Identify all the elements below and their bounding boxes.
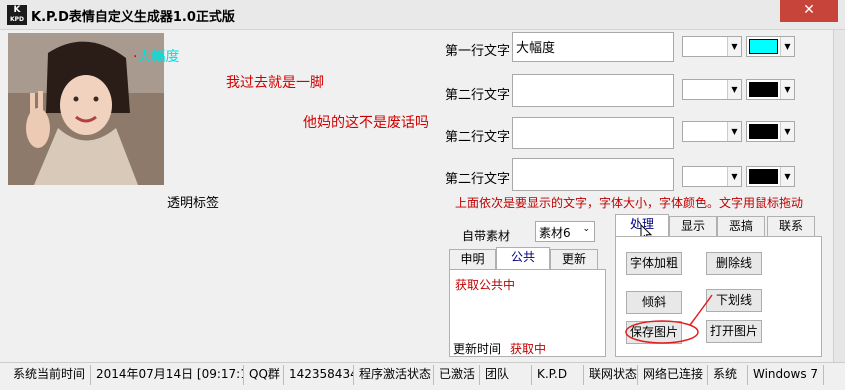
update-time-value: 获取中 <box>510 342 547 356</box>
row2-font-size-select[interactable]: ▼ <box>682 79 742 100</box>
right-edge <box>833 30 845 362</box>
color-swatch <box>749 82 778 97</box>
color-swatch <box>749 39 778 54</box>
red-highlight-annotation <box>625 294 713 344</box>
tab-public[interactable]: 公共 <box>496 247 550 270</box>
material-select[interactable]: 素材6 ⌄ <box>535 221 595 242</box>
row4-color-picker[interactable]: ▼ <box>746 166 795 187</box>
tab-display[interactable]: 显示 <box>669 216 717 237</box>
status-network-label: 联网状态 <box>584 365 638 385</box>
chevron-down-icon: ▼ <box>780 37 794 56</box>
row3-color-picker[interactable]: ▼ <box>746 121 795 142</box>
overlay-text-line1[interactable]: ·大幅度 <box>133 46 179 66</box>
row1-text-input[interactable]: 大幅度 <box>512 32 674 62</box>
tab-contact[interactable]: 联系 <box>767 216 815 237</box>
status-team-label: 团队 <box>480 365 532 385</box>
row3-font-size-select[interactable]: ▼ <box>682 121 742 142</box>
chevron-down-icon: ▼ <box>780 122 794 141</box>
status-system-label: 系统 <box>708 365 748 385</box>
chevron-down-icon: ▼ <box>727 80 741 99</box>
row3-text-input[interactable] <box>512 117 674 149</box>
row3-label: 第二行文字 <box>445 130 511 145</box>
public-panel: 获取公共中 更新时间 获取中 <box>449 269 606 357</box>
public-status: 获取公共中 <box>455 278 516 292</box>
status-qq-value: 142358434 <box>284 365 354 385</box>
row1-font-size-select[interactable]: ▼ <box>682 36 742 57</box>
tab-update[interactable]: 更新 <box>550 249 598 270</box>
chevron-down-icon: ▼ <box>780 167 794 186</box>
chevron-down-icon: ▼ <box>727 37 741 56</box>
chevron-down-icon: ▼ <box>727 122 741 141</box>
chevron-down-icon: ▼ <box>727 167 741 186</box>
close-icon: ✕ <box>803 2 815 18</box>
status-activation-value: 已激活 <box>434 365 480 385</box>
row1-label: 第一行文字 <box>445 44 511 59</box>
status-time-label: 系统当前时间 <box>8 365 91 385</box>
instruction-hint: 上面依次是要显示的文字，字体大小，字体颜色。文字用鼠标拖动 <box>455 196 804 210</box>
strikethrough-button[interactable]: 删除线 <box>706 252 762 275</box>
title-bar[interactable]: K KPD K.P.D表情自定义生成器1.0正式版 ✕ <box>0 0 845 30</box>
row4-label: 第二行文字 <box>445 172 511 187</box>
close-button[interactable]: ✕ <box>780 0 838 22</box>
chevron-down-icon: ▼ <box>780 80 794 99</box>
update-time-label: 更新时间 <box>453 342 502 356</box>
row4-font-size-select[interactable]: ▼ <box>682 166 742 187</box>
transparent-label: 透明标签 <box>167 196 220 211</box>
bold-button[interactable]: 字体加粗 <box>626 252 682 275</box>
status-bar: 系统当前时间 2014年07月14日 [09:17:17] QQ群 142358… <box>0 362 845 386</box>
color-swatch <box>749 169 778 184</box>
color-swatch <box>749 124 778 139</box>
material-label: 自带素材 <box>462 229 511 243</box>
row2-text-input[interactable] <box>512 74 674 107</box>
overlay-text-line3[interactable]: 他妈的这不是废话吗 <box>303 112 429 132</box>
status-team-value: K.P.D <box>532 365 584 385</box>
status-time-value: 2014年07月14日 [09:17:17] <box>91 365 244 385</box>
row2-label: 第二行文字 <box>445 88 511 103</box>
app-logo-icon: K KPD <box>7 5 27 25</box>
chevron-down-icon: ⌄ <box>582 224 590 234</box>
window-title: K.P.D表情自定义生成器1.0正式版 <box>31 10 235 25</box>
status-activation-label: 程序激活状态 <box>354 365 434 385</box>
overlay-text-line2[interactable]: 我过去就是一脚 <box>226 72 324 92</box>
row2-color-picker[interactable]: ▼ <box>746 79 795 100</box>
status-qq-label: QQ群 <box>244 365 284 385</box>
tab-statement[interactable]: 申明 <box>449 249 496 270</box>
row1-color-picker[interactable]: ▼ <box>746 36 795 57</box>
status-system-value: Windows 7 <box>748 365 824 385</box>
row4-text-input[interactable] <box>512 158 674 191</box>
status-network-value: 网络已连接 <box>638 365 708 385</box>
tab-prank[interactable]: 恶搞 <box>717 216 765 237</box>
